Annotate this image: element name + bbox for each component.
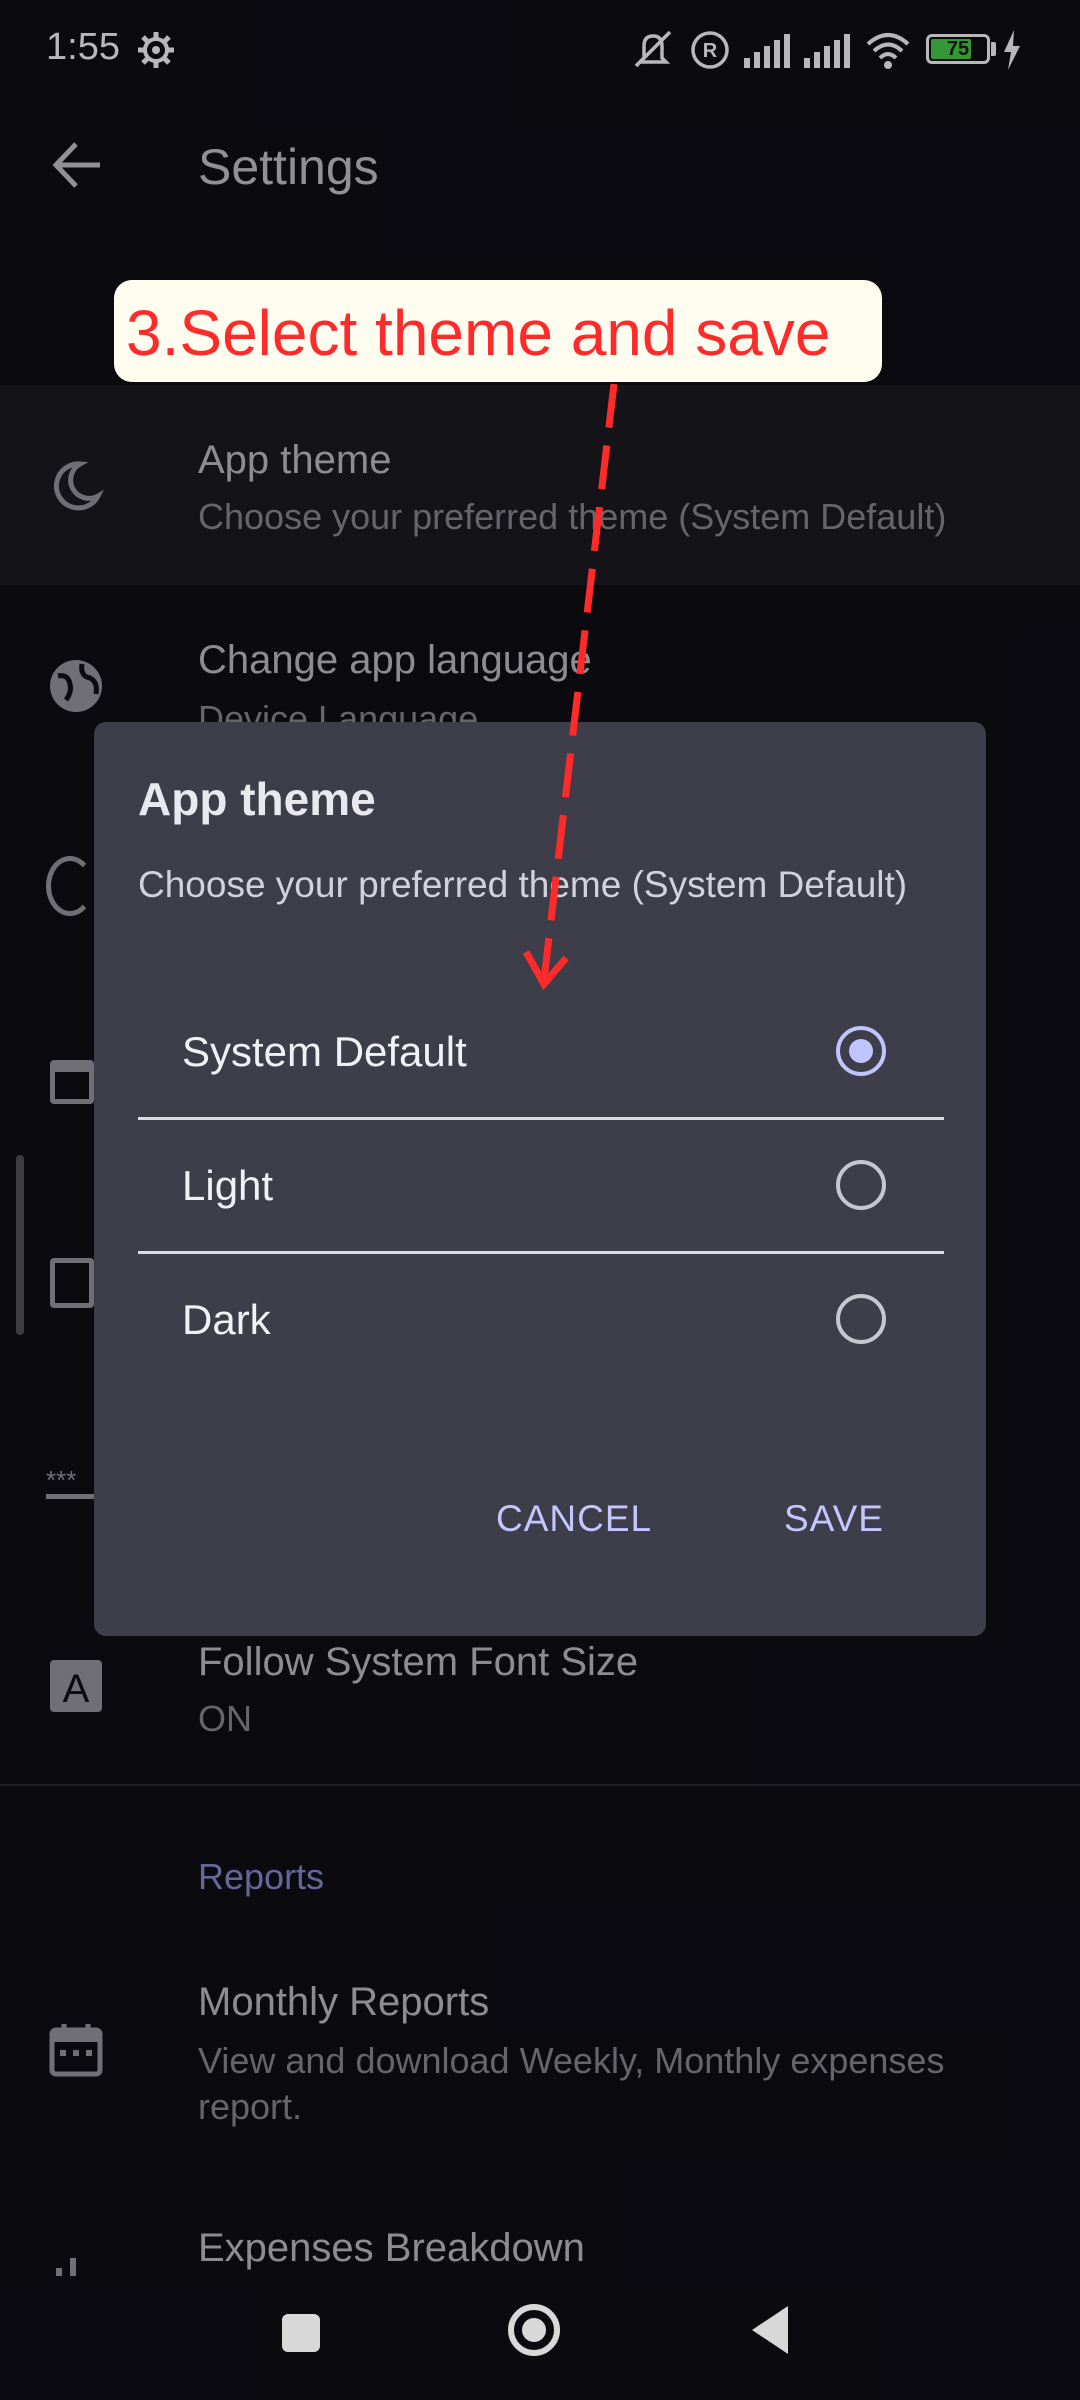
back-icon[interactable] <box>752 2306 788 2354</box>
callout-text: 3.Select theme and save <box>126 297 831 369</box>
option-label: System Default <box>182 1028 467 1075</box>
option-label: Light <box>182 1162 274 1209</box>
tutorial-callout: 3.Select theme and save <box>114 280 882 382</box>
dialog-title: App theme <box>138 773 376 825</box>
option-label: Dark <box>182 1296 271 1343</box>
radio-unselected-icon[interactable] <box>836 1294 886 1344</box>
recents-icon[interactable] <box>282 2314 320 2352</box>
save-button[interactable]: SAVE <box>784 1498 884 1540</box>
annotation-arrow-icon <box>522 383 618 991</box>
theme-option-dark[interactable]: Dark <box>138 1254 944 1388</box>
radio-unselected-icon[interactable] <box>836 1160 886 1210</box>
cancel-button[interactable]: CANCEL <box>496 1498 652 1540</box>
home-icon-dot <box>522 2318 546 2342</box>
theme-option-light[interactable]: Light <box>138 1120 944 1254</box>
radio-selected-icon[interactable] <box>836 1026 886 1076</box>
theme-option-system-default[interactable]: System Default <box>138 986 944 1120</box>
